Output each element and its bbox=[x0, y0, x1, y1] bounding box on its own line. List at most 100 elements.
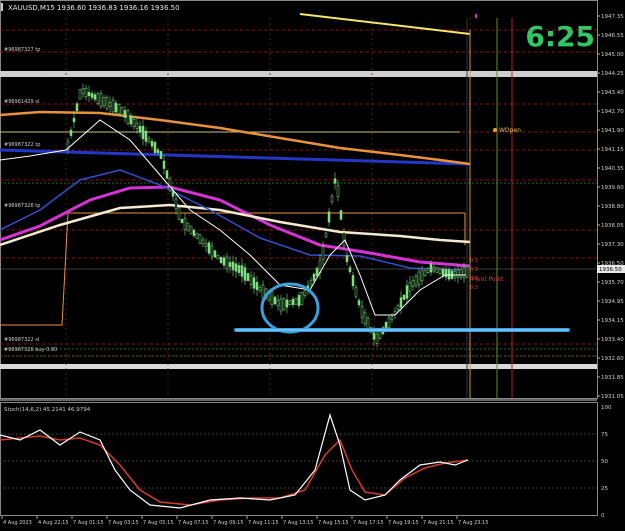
candle-body bbox=[117, 103, 121, 115]
stoch-frame bbox=[0, 402, 598, 516]
candle-body bbox=[276, 299, 280, 306]
price-tick-label: 1940.35 bbox=[601, 166, 624, 172]
price-tick-label: 1933.40 bbox=[601, 337, 624, 343]
candle-body bbox=[258, 286, 262, 292]
price-tick-label: 1931.85 bbox=[601, 375, 624, 381]
candle-body bbox=[72, 117, 76, 123]
candle-body bbox=[141, 125, 145, 140]
price-tick-label: 1939.60 bbox=[601, 185, 624, 191]
candle-body bbox=[441, 268, 445, 277]
candle-body bbox=[120, 106, 124, 116]
stoch-signal-line bbox=[0, 435, 469, 506]
candle-body bbox=[312, 273, 316, 281]
candle-body bbox=[216, 254, 220, 260]
candle-body bbox=[402, 294, 406, 300]
order-label: #96987327 tp bbox=[4, 47, 40, 53]
candle-body bbox=[219, 256, 223, 264]
candle-body bbox=[114, 102, 118, 113]
candle-body bbox=[327, 211, 331, 223]
candle-body bbox=[90, 93, 94, 98]
price-tick-label: 1931.05 bbox=[601, 394, 624, 400]
candle-body bbox=[144, 130, 148, 142]
trading-chart-window[interactable]: XAUUSD,M15 1936.60 1936.83 1936.16 1936.… bbox=[0, 0, 625, 531]
candle-body bbox=[408, 282, 412, 292]
candle-body bbox=[444, 269, 448, 278]
price-tick-label: 1943.40 bbox=[601, 90, 624, 96]
ma-blue-fast bbox=[0, 169, 461, 271]
stoch-main-line bbox=[0, 412, 469, 509]
candle-body bbox=[357, 300, 361, 306]
candle-body bbox=[345, 255, 349, 263]
candle-body bbox=[252, 277, 256, 289]
candle-body bbox=[453, 271, 457, 278]
candle-body bbox=[465, 266, 469, 278]
candle-body bbox=[192, 230, 196, 236]
order-label: #96987326 buy 0.80 bbox=[4, 347, 57, 353]
candle-body bbox=[69, 129, 73, 136]
candle-body bbox=[420, 270, 424, 281]
candle-body bbox=[405, 285, 409, 299]
order-label: #96987322 sl bbox=[4, 337, 39, 343]
candle-body bbox=[75, 103, 79, 111]
time-tick-label: 7 Aug 03:15 bbox=[108, 520, 139, 526]
candle-body bbox=[351, 275, 355, 287]
candle-body bbox=[201, 239, 205, 245]
candle-body bbox=[270, 291, 274, 305]
candle-body bbox=[84, 87, 88, 98]
candle-body bbox=[303, 290, 307, 296]
candle-body bbox=[156, 149, 160, 154]
price-tick-label: 1937.30 bbox=[601, 242, 624, 248]
time-tick-label: 7 Aug 19:15 bbox=[388, 520, 419, 526]
candle-body bbox=[438, 268, 442, 274]
time-tick-label: 4 Aug 2023 bbox=[3, 520, 32, 526]
candle-body bbox=[93, 94, 97, 100]
time-tick-label: 4 Aug 22:15 bbox=[38, 520, 69, 526]
stoch-level-label: 25 bbox=[601, 486, 608, 492]
price-tick-label: 1941.15 bbox=[601, 147, 624, 153]
pivot-small-label: 0.3 bbox=[470, 258, 478, 264]
time-tick-label: 7 Aug 11:15 bbox=[248, 520, 279, 526]
candle-body bbox=[108, 102, 112, 107]
candle-body bbox=[339, 210, 343, 220]
candle-body bbox=[207, 242, 211, 254]
candle-body bbox=[162, 160, 166, 169]
candle-body bbox=[96, 93, 100, 104]
candle-body bbox=[210, 245, 214, 257]
candle-body bbox=[147, 138, 151, 142]
candle-body bbox=[447, 269, 451, 280]
time-tick-label: 7 Aug 15:15 bbox=[318, 520, 349, 526]
candle-body bbox=[291, 298, 295, 306]
horizontal-zone-bottom bbox=[0, 364, 597, 369]
stoch-level-label: 100 bbox=[601, 405, 612, 411]
horizontal-zone-top bbox=[0, 71, 597, 77]
candle-body bbox=[78, 89, 82, 100]
marker-magenta bbox=[475, 14, 477, 18]
candle-body bbox=[435, 267, 439, 273]
price-tick-label: 1941.90 bbox=[601, 128, 624, 134]
candle-body bbox=[213, 250, 217, 258]
candle-body bbox=[387, 317, 391, 328]
candle-body bbox=[426, 268, 430, 273]
price-tick-label: 1934.15 bbox=[601, 318, 624, 324]
candle-body bbox=[456, 269, 460, 278]
candle-body bbox=[249, 275, 253, 285]
candle-body bbox=[342, 232, 346, 246]
candle-body bbox=[375, 333, 379, 344]
candle-body bbox=[234, 263, 238, 272]
candle-body bbox=[255, 282, 259, 290]
order-label: #96987322 tp bbox=[4, 142, 40, 148]
candle-body bbox=[153, 142, 157, 153]
candle-body bbox=[165, 170, 169, 179]
candle-body bbox=[390, 316, 394, 321]
candle-body bbox=[411, 280, 415, 287]
candle-body bbox=[111, 99, 115, 113]
candle-body bbox=[330, 195, 334, 203]
price-tick-label: 1945.00 bbox=[601, 52, 624, 58]
chart-canvas[interactable]: 1947.35 1946.55 1945.00 1944.25 1943.40 1942.… bbox=[0, 0, 625, 531]
candle-body bbox=[372, 332, 376, 340]
stoch-level-label: 0 bbox=[601, 513, 605, 519]
current-price-value: 1936.50 bbox=[599, 267, 622, 273]
ma-white bbox=[0, 119, 466, 316]
candle-body bbox=[132, 118, 136, 128]
time-tick-label: 7 Aug 07:15 bbox=[178, 520, 209, 526]
